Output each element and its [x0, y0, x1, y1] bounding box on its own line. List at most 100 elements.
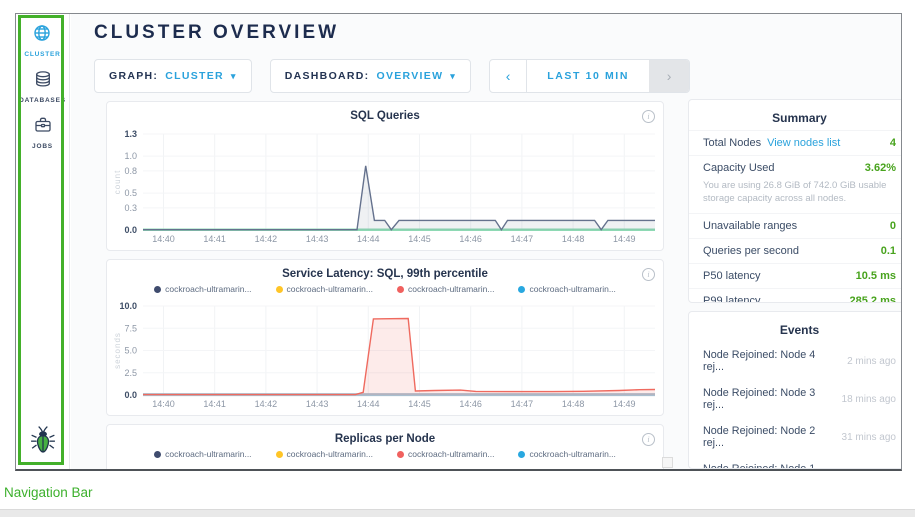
svg-text:count: count [113, 170, 122, 195]
svg-text:14:48: 14:48 [562, 234, 585, 244]
summary-row-label: P50 latency [703, 270, 760, 282]
summary-row: P50 latency10.5 ms [689, 263, 902, 288]
view-nodes-list-link[interactable]: View nodes list [767, 137, 840, 149]
legend-item[interactable]: cockroach-ultramarin... [397, 449, 494, 459]
svg-text:14:45: 14:45 [408, 234, 431, 244]
svg-text:14:43: 14:43 [306, 399, 329, 409]
svg-text:14:49: 14:49 [613, 399, 636, 409]
legend-dot-icon [154, 451, 161, 458]
legend-item[interactable]: cockroach-ultramarin... [276, 449, 373, 459]
charts-column: SQL Queries i 0.00.30.50.81.01.314:4014:… [106, 101, 664, 471]
legend-dot-icon [276, 451, 283, 458]
svg-text:14:47: 14:47 [511, 234, 534, 244]
svg-text:14:48: 14:48 [562, 399, 585, 409]
svg-text:2.5: 2.5 [124, 368, 137, 378]
svg-text:0.5: 0.5 [124, 188, 137, 198]
summary-row: Capacity Used3.62% [689, 155, 902, 180]
cockroach-logo-icon[interactable] [30, 424, 56, 459]
svg-text:seconds: seconds [113, 332, 122, 369]
chart-legend: cockroach-ultramarin... cockroach-ultrama… [107, 449, 663, 459]
svg-text:14:45: 14:45 [408, 399, 431, 409]
events-panel: Events Node Rejoined: Node 4 rej...2 min… [688, 311, 902, 469]
chart-legend: cockroach-ultramarin... cockroach-ultrama… [107, 284, 663, 294]
svg-text:0.0: 0.0 [124, 225, 137, 235]
sidebar-item-databases[interactable]: DATABASES [19, 69, 66, 104]
summary-row-value: 285.2 ms [850, 295, 896, 303]
event-row[interactable]: Node Rejoined: Node 3 rej... 18 mins ago [689, 380, 902, 418]
jobs-briefcase-icon [33, 115, 53, 140]
events-rows: Node Rejoined: Node 4 rej...2 mins agoNo… [689, 342, 902, 469]
dashboard-dropdown[interactable]: DASHBOARD: OVERVIEW ▾ [270, 59, 471, 93]
info-icon[interactable]: i [642, 268, 655, 281]
databases-icon [33, 69, 53, 94]
time-range-label[interactable]: LAST 10 MIN [527, 60, 649, 92]
summary-row: P99 latency285.2 ms [689, 288, 902, 303]
event-time: 18 mins ago [842, 394, 896, 405]
legend-item[interactable]: cockroach-ultramarin... [276, 284, 373, 294]
info-icon[interactable]: i [642, 110, 655, 123]
page-title: CLUSTER OVERVIEW [94, 22, 339, 44]
legend-label: cockroach-ultramarin... [287, 449, 373, 459]
svg-text:0.8: 0.8 [124, 166, 137, 176]
chart-card-sql-queries: SQL Queries i 0.00.30.50.81.01.314:4014:… [106, 101, 664, 251]
event-row[interactable]: Node Rejoined: Node 2 rej...31 mins ago [689, 418, 902, 456]
svg-text:14:44: 14:44 [357, 399, 380, 409]
legend-label: cockroach-ultramarin... [165, 284, 251, 294]
svg-text:1.3: 1.3 [124, 129, 137, 139]
bottom-strip [0, 509, 915, 517]
legend-dot-icon [518, 286, 525, 293]
summary-title: Summary [689, 100, 902, 130]
summary-row-value: 3.62% [865, 162, 896, 174]
summary-row-label: Queries per second [703, 245, 799, 257]
legend-dot-icon [276, 286, 283, 293]
sidebar-item-cluster[interactable]: CLUSTER [24, 23, 60, 58]
info-icon[interactable]: i [642, 433, 655, 446]
app-window: CLUSTER DATABASES [15, 13, 902, 471]
chevron-down-icon: ▾ [450, 71, 456, 82]
svg-text:14:46: 14:46 [459, 399, 482, 409]
legend-item[interactable]: cockroach-ultramarin... [154, 449, 251, 459]
legend-item[interactable]: cockroach-ultramarin... [518, 449, 615, 459]
svg-text:0.0: 0.0 [124, 390, 137, 400]
cluster-globe-icon [32, 23, 52, 48]
svg-text:14:44: 14:44 [357, 234, 380, 244]
legend-item[interactable]: cockroach-ultramarin... [154, 284, 251, 294]
svg-text:7.5: 7.5 [124, 323, 137, 333]
sidebar-item-label: DATABASES [19, 97, 66, 104]
graph-dropdown[interactable]: GRAPH: CLUSTER ▾ [94, 59, 252, 93]
event-text: Node Rejoined: Node 3 rej... [703, 387, 834, 411]
svg-text:14:43: 14:43 [306, 234, 329, 244]
time-next-button-disabled[interactable]: › [649, 60, 689, 92]
legend-label: cockroach-ultramarin... [287, 284, 373, 294]
time-prev-button[interactable]: ‹ [490, 60, 527, 92]
chevron-down-icon: ▾ [231, 71, 237, 82]
legend-item[interactable]: cockroach-ultramarin... [397, 284, 494, 294]
sidebar-item-jobs[interactable]: JOBS [32, 115, 53, 150]
scrollbar-corner[interactable] [662, 457, 673, 468]
summary-row: Unavailable ranges0 [689, 213, 902, 238]
time-range-selector: ‹ LAST 10 MIN › [489, 59, 690, 93]
legend-dot-icon [397, 286, 404, 293]
chart-plot-replicas-per-node: 40014:4014:4114:4214:4314:4414:4514:4614… [113, 465, 657, 471]
legend-label: cockroach-ultramarin... [408, 449, 494, 459]
svg-text:0.3: 0.3 [124, 203, 137, 213]
svg-text:14:41: 14:41 [203, 234, 226, 244]
svg-text:14:49: 14:49 [613, 234, 636, 244]
chart-card-service-latency: Service Latency: SQL, 99th percentile i … [106, 259, 664, 416]
legend-item[interactable]: cockroach-ultramarin... [518, 284, 615, 294]
events-title: Events [689, 312, 902, 342]
event-row[interactable]: Node Rejoined: Node 4 rej...2 mins ago [689, 342, 902, 380]
summary-row-value: 0 [890, 220, 896, 232]
event-row[interactable]: Node Rejoined: Node 1 rej...an hour ago [689, 456, 902, 469]
sidebar-item-label: CLUSTER [24, 51, 60, 58]
svg-text:1.0: 1.0 [124, 151, 137, 161]
legend-label: cockroach-ultramarin... [529, 449, 615, 459]
event-time: 31 mins ago [842, 432, 896, 443]
summary-rows: Total NodesView nodes list4Capacity Used… [689, 130, 902, 303]
summary-panel: Summary Total NodesView nodes list4Capac… [688, 99, 902, 303]
svg-text:14:42: 14:42 [255, 234, 278, 244]
summary-row-label: Total NodesView nodes list [703, 137, 840, 149]
legend-label: cockroach-ultramarin... [408, 284, 494, 294]
legend-dot-icon [518, 451, 525, 458]
right-panel: Summary Total NodesView nodes list4Capac… [688, 99, 902, 469]
